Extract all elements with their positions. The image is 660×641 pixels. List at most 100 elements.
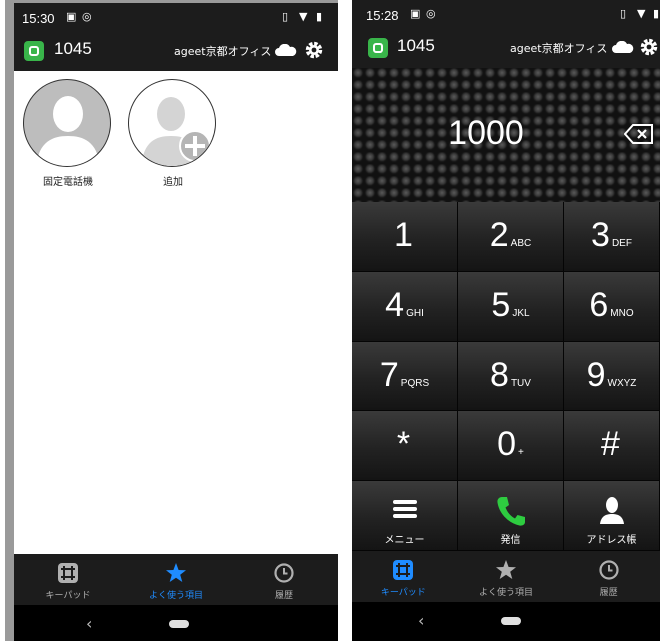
contact-avatar[interactable] xyxy=(23,79,111,167)
key-digit: # xyxy=(601,425,620,464)
key-digit: 6 xyxy=(589,285,609,324)
key-letters: DEF xyxy=(611,238,632,249)
phone-call-icon xyxy=(496,497,525,526)
tab-label: よく使う項目 xyxy=(148,591,203,601)
call-label: 発信 xyxy=(500,535,521,547)
tab-favorites[interactable]: よく使う項目 xyxy=(122,554,230,605)
key-letters: ABC xyxy=(510,238,532,249)
dial-display: 1000 xyxy=(352,68,660,202)
app-logo-icon xyxy=(24,41,44,61)
key-letters: MNO xyxy=(610,307,634,319)
key-letters: WXYZ xyxy=(607,377,637,389)
key-9[interactable]: 9 WXYZ xyxy=(564,341,660,412)
favorites-grid: 固定電話機 追加 xyxy=(14,71,338,554)
clock-icon xyxy=(599,560,619,580)
menu-label: メニュー xyxy=(384,535,425,547)
home-button[interactable] xyxy=(169,620,189,628)
key-digit: 1 xyxy=(394,216,413,254)
status-time: 15:28 xyxy=(366,8,399,23)
favorite-contact[interactable]: 固定電話機 xyxy=(23,79,113,188)
tab-favorites[interactable]: よく使う項目 xyxy=(455,551,558,602)
keypad-icon xyxy=(393,560,414,580)
tab-history[interactable]: 履歴 xyxy=(557,551,660,602)
key-digit: 7 xyxy=(379,355,399,394)
favorite-label: 追加 xyxy=(163,177,183,188)
office-name: ageet京都オフィス xyxy=(174,45,272,58)
star-icon xyxy=(496,560,516,579)
tab-label: 履歴 xyxy=(274,591,293,601)
back-icon[interactable]: ‹ xyxy=(418,611,424,630)
address-book-button[interactable]: アドレス帳 xyxy=(564,481,660,551)
key-digit: 8 xyxy=(490,355,509,394)
system-nav-bar: ‹ xyxy=(14,605,338,641)
tab-keypad[interactable]: キーパッド xyxy=(352,551,455,602)
key-letters: PQRS xyxy=(400,377,430,389)
app-logo-icon xyxy=(368,38,388,58)
key-6[interactable]: 6 MNO xyxy=(564,271,660,342)
backspace-icon[interactable] xyxy=(624,123,654,145)
clock-icon xyxy=(274,563,294,583)
favorite-label: 固定電話機 xyxy=(43,177,93,188)
gear-icon[interactable] xyxy=(639,37,659,57)
bottom-tab-bar: キーパッド よく使う項目 履歴 xyxy=(14,554,338,605)
gear-icon[interactable] xyxy=(304,40,324,60)
key-letters: GHI xyxy=(406,307,424,319)
key-1[interactable]: 1 xyxy=(352,202,458,272)
tab-label: 履歴 xyxy=(599,588,618,598)
key-digit: * xyxy=(396,425,411,464)
vibrate-icon: ▯ xyxy=(282,10,289,23)
status-bar: 15:30 ▣ ◎ ▯ ▼ ▮ xyxy=(14,3,338,31)
key-0[interactable]: 0 + xyxy=(458,411,564,482)
status-time: 15:30 xyxy=(22,11,55,26)
extension-number: 1045 xyxy=(54,39,92,58)
extension-number: 1045 xyxy=(397,36,435,55)
battery-icon: ▮ xyxy=(316,10,323,23)
menu-button[interactable]: メニュー xyxy=(352,481,458,551)
add-favorite-button[interactable]: 追加 xyxy=(128,79,218,188)
key-2[interactable]: 2 ABC xyxy=(458,202,564,272)
wifi-icon: ▼ xyxy=(637,7,646,20)
key-digit: 4 xyxy=(385,285,405,324)
sync-notification-icon: ◎ xyxy=(426,7,436,20)
app-header: 1045 ageet京都オフィス xyxy=(14,31,338,71)
key-digit: 3 xyxy=(591,216,610,254)
favorites-screen: 15:30 ▣ ◎ ▯ ▼ ▮ 1045 ageet京都オフィス 固定電話機 追… xyxy=(5,0,338,641)
key-digit: 0 xyxy=(497,425,517,464)
app-header: 1045 ageet京都オフィス xyxy=(352,28,660,68)
sync-notification-icon: ◎ xyxy=(82,10,92,23)
key-letters: + xyxy=(518,447,524,459)
tab-history[interactable]: 履歴 xyxy=(230,554,338,605)
key-8[interactable]: 8 TUV xyxy=(458,341,564,412)
key-star[interactable]: * xyxy=(352,411,458,482)
key-hash[interactable]: # xyxy=(564,411,660,482)
key-digit: 5 xyxy=(491,285,511,324)
office-name: ageet京都オフィス xyxy=(510,42,608,55)
back-icon[interactable]: ‹ xyxy=(86,614,92,633)
person-silhouette-icon xyxy=(36,96,100,166)
vibrate-icon: ▯ xyxy=(620,7,627,20)
home-button[interactable] xyxy=(501,617,521,625)
key-5[interactable]: 5 JKL xyxy=(458,271,564,342)
key-digit: 2 xyxy=(489,216,509,254)
cloud-icon[interactable] xyxy=(612,41,634,53)
key-7[interactable]: 7 PQRS xyxy=(352,341,458,412)
dial-keypad: 1 2 ABC 3 DEF 4 GHI 5 JKL 6 MNO 7 PQRS 8 TUV 9W… xyxy=(352,202,660,551)
menu-icon xyxy=(392,500,417,519)
key-digit: 9 xyxy=(586,355,606,394)
tab-label: キーパッド xyxy=(45,591,91,601)
image-notification-icon: ▣ xyxy=(410,7,421,20)
battery-icon: ▮ xyxy=(653,7,660,20)
key-3[interactable]: 3 DEF xyxy=(564,202,660,272)
status-bar: 15:28 ▣ ◎ ▯ ▼ ▮ xyxy=(352,0,660,28)
key-letters: JKL xyxy=(512,307,530,319)
key-4[interactable]: 4 GHI xyxy=(352,271,458,342)
wifi-icon: ▼ xyxy=(299,10,308,23)
cloud-icon[interactable] xyxy=(275,44,297,56)
tab-label: キーパッド xyxy=(380,588,426,598)
tab-keypad[interactable]: キーパッド xyxy=(14,554,122,605)
keypad-screen: 15:28 ▣ ◎ ▯ ▼ ▮ 1045 ageet京都オフィス 1000 1 … xyxy=(352,0,660,641)
add-person-icon xyxy=(141,97,211,166)
call-button[interactable]: 発信 xyxy=(458,481,564,551)
add-avatar[interactable] xyxy=(128,79,216,167)
bottom-tab-bar: キーパッド よく使う項目 履歴 xyxy=(352,551,660,602)
